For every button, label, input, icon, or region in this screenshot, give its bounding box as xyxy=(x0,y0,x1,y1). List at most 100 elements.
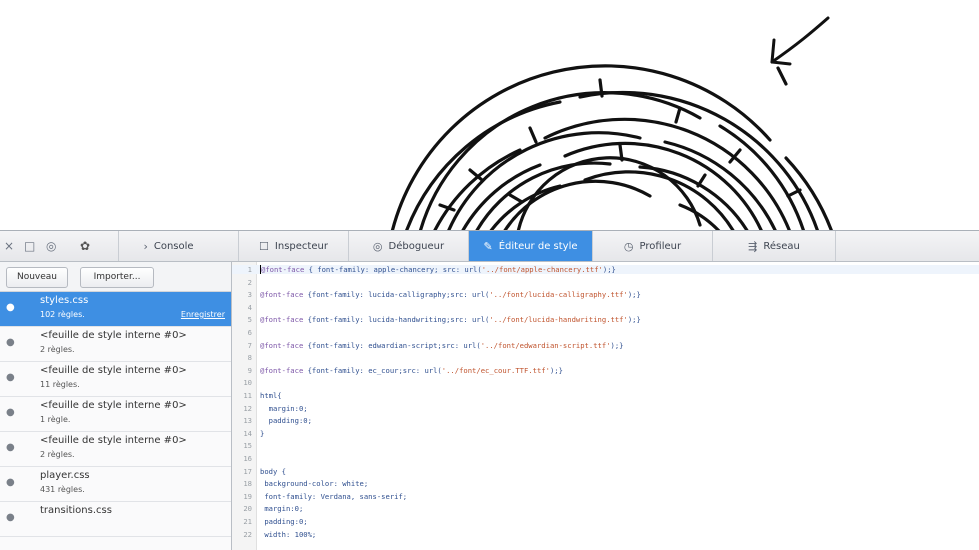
eye-icon[interactable]: ● xyxy=(6,302,15,313)
console-icon: › xyxy=(143,239,148,253)
code-line[interactable]: 10 xyxy=(232,378,979,387)
line-number: 6 xyxy=(247,328,252,337)
code-line[interactable]: 8 xyxy=(232,353,979,362)
code-line[interactable]: 16 xyxy=(232,454,979,463)
import-stylesheet-button[interactable]: Importer... xyxy=(80,267,154,288)
tab-label: Réseau xyxy=(763,240,800,252)
inspector-icon: ☐ xyxy=(259,239,269,253)
code-text: @font-face {font-family: lucida-handwrit… xyxy=(260,315,641,325)
tab-profiler[interactable]: ◷ Profileur xyxy=(592,231,712,261)
stylesheet-list: Nouveau Importer... ● styles.css 102 règ… xyxy=(0,262,232,550)
stylesheet-rule-count: 2 règles. xyxy=(40,345,75,354)
line-number: 12 xyxy=(243,403,252,413)
stylesheet-name: styles.css xyxy=(40,295,89,306)
code-line[interactable]: 11 html{ xyxy=(232,391,979,400)
maze-wall xyxy=(528,126,538,144)
responsive-mode-icon[interactable]: ◎ xyxy=(46,238,56,254)
tab-console[interactable]: › Console xyxy=(118,231,218,261)
line-number: 3 xyxy=(247,290,252,300)
code-line[interactable]: 20 margin:0; xyxy=(232,504,979,513)
stylesheet-item[interactable]: ● <feuille de style interne #0> 2 règles… xyxy=(0,327,231,362)
gear-icon[interactable]: ✿ xyxy=(80,238,90,254)
eye-icon[interactable]: ● xyxy=(6,372,15,383)
code-text: background-color: white; xyxy=(260,479,369,489)
stylesheet-item[interactable]: ● <feuille de style interne #0> 11 règle… xyxy=(0,362,231,397)
code-text: margin:0; xyxy=(260,403,308,413)
stylesheet-item[interactable]: ● <feuille de style interne #0> 1 règle. xyxy=(0,397,231,432)
line-number: 22 xyxy=(243,529,252,539)
stylesheet-item[interactable]: ● player.css 431 règles. xyxy=(0,467,231,502)
stylesheet-rule-count: 1 règle. xyxy=(40,415,71,424)
tab-label: Inspecteur xyxy=(274,240,328,252)
code-text: width: 100%; xyxy=(260,529,317,539)
maze-ring-3 xyxy=(418,91,702,230)
save-link[interactable]: Enregistrer xyxy=(181,310,225,319)
code-text: } xyxy=(260,428,265,438)
tab-network[interactable]: ⇶ Réseau xyxy=(712,231,836,261)
code-line[interactable]: 7 @font-face {font-family: edwardian-scri… xyxy=(232,341,979,350)
maze-illustration xyxy=(390,16,833,230)
code-editor[interactable]: 1 @font-face { font-family: apple-chancer… xyxy=(232,262,979,550)
stylesheet-item[interactable]: ● transitions.css xyxy=(0,502,231,537)
code-line[interactable]: 14} xyxy=(232,429,979,438)
line-number: 20 xyxy=(243,504,252,514)
eye-icon[interactable]: ● xyxy=(6,337,15,348)
code-line[interactable]: 22 width: 100%; xyxy=(232,530,979,539)
web-page-content xyxy=(0,0,979,230)
code-line[interactable]: 18 background-color: white; xyxy=(232,479,979,488)
line-number: 4 xyxy=(247,302,252,312)
code-text: margin:0; xyxy=(260,504,304,514)
line-number: 15 xyxy=(243,441,252,451)
code-line[interactable]: 12 margin:0; xyxy=(232,404,979,413)
tab-label: Profileur xyxy=(639,240,682,252)
maze-wall xyxy=(508,193,524,204)
code-line[interactable]: 6 xyxy=(232,328,979,337)
code-line[interactable]: 21 padding:0; xyxy=(232,517,979,526)
profiler-icon: ◷ xyxy=(623,239,634,253)
code-line[interactable]: 17 body { xyxy=(232,467,979,476)
arrow-icon xyxy=(770,16,830,66)
code-text: padding:0; xyxy=(260,416,312,426)
stylesheet-item[interactable]: ● <feuille de style interne #0> 2 règles… xyxy=(0,432,231,467)
code-line[interactable]: 4 xyxy=(232,303,979,312)
code-text: html{ xyxy=(260,391,282,400)
code-line[interactable]: 19 font-family: Verdana, sans-serif; xyxy=(232,492,979,501)
code-text: @font-face {font-family: lucida-calligra… xyxy=(260,290,641,300)
debugger-icon: ◎ xyxy=(372,239,383,253)
tab-debugger[interactable]: ◎ Débogueur xyxy=(348,231,468,261)
eye-icon[interactable]: ● xyxy=(6,442,15,453)
line-number: 14 xyxy=(243,428,252,438)
maze-entrance-mark xyxy=(776,66,788,86)
code-line[interactable]: 13 padding:0; xyxy=(232,416,979,425)
code-line[interactable]: 2 xyxy=(232,278,979,287)
eye-icon[interactable]: ● xyxy=(6,407,15,418)
line-number: 2 xyxy=(247,277,252,287)
code-line[interactable]: 9 @font-face {font-family: ec_cour;src: u… xyxy=(232,366,979,375)
close-icon[interactable]: × xyxy=(4,238,14,254)
tab-style-editor[interactable]: ✎ Éditeur de style xyxy=(468,231,592,261)
stylesheet-name: transitions.css xyxy=(40,505,112,516)
code-text: body { xyxy=(260,466,286,476)
stylesheet-item[interactable]: ● styles.css 102 règles. Enregistrer xyxy=(0,292,231,327)
code-line[interactable]: 3 @font-face {font-family: lucida-calligr… xyxy=(232,290,979,299)
code-text: @font-face {font-family: edwardian-scrip… xyxy=(260,340,624,350)
stylesheet-rule-count: 11 règles. xyxy=(40,380,80,389)
eye-icon[interactable]: ● xyxy=(6,512,15,523)
stylesheet-name: player.css xyxy=(40,470,90,481)
line-number: 8 xyxy=(247,353,252,363)
tab-label: Débogueur xyxy=(388,240,445,252)
code-text: @font-face {font-family: ec_cour;src: ur… xyxy=(260,365,563,375)
eye-icon[interactable]: ● xyxy=(6,477,15,488)
network-icon: ⇶ xyxy=(748,239,758,253)
tab-label: Console xyxy=(153,240,194,252)
code-line[interactable]: 1 @font-face { font-family: apple-chancer… xyxy=(232,265,979,274)
new-stylesheet-button[interactable]: Nouveau xyxy=(6,267,68,288)
stylesheet-rule-count: 431 règles. xyxy=(40,485,85,494)
line-number: 13 xyxy=(243,416,252,426)
code-line[interactable]: 5 @font-face {font-family: lucida-handwri… xyxy=(232,315,979,324)
tab-inspector[interactable]: ☐ Inspecteur xyxy=(238,231,348,261)
line-number: 11 xyxy=(243,391,252,400)
code-text: @font-face { font-family: apple-chancery… xyxy=(260,265,616,274)
dock-side-icon[interactable]: □ xyxy=(24,238,35,254)
code-line[interactable]: 15 xyxy=(232,441,979,450)
